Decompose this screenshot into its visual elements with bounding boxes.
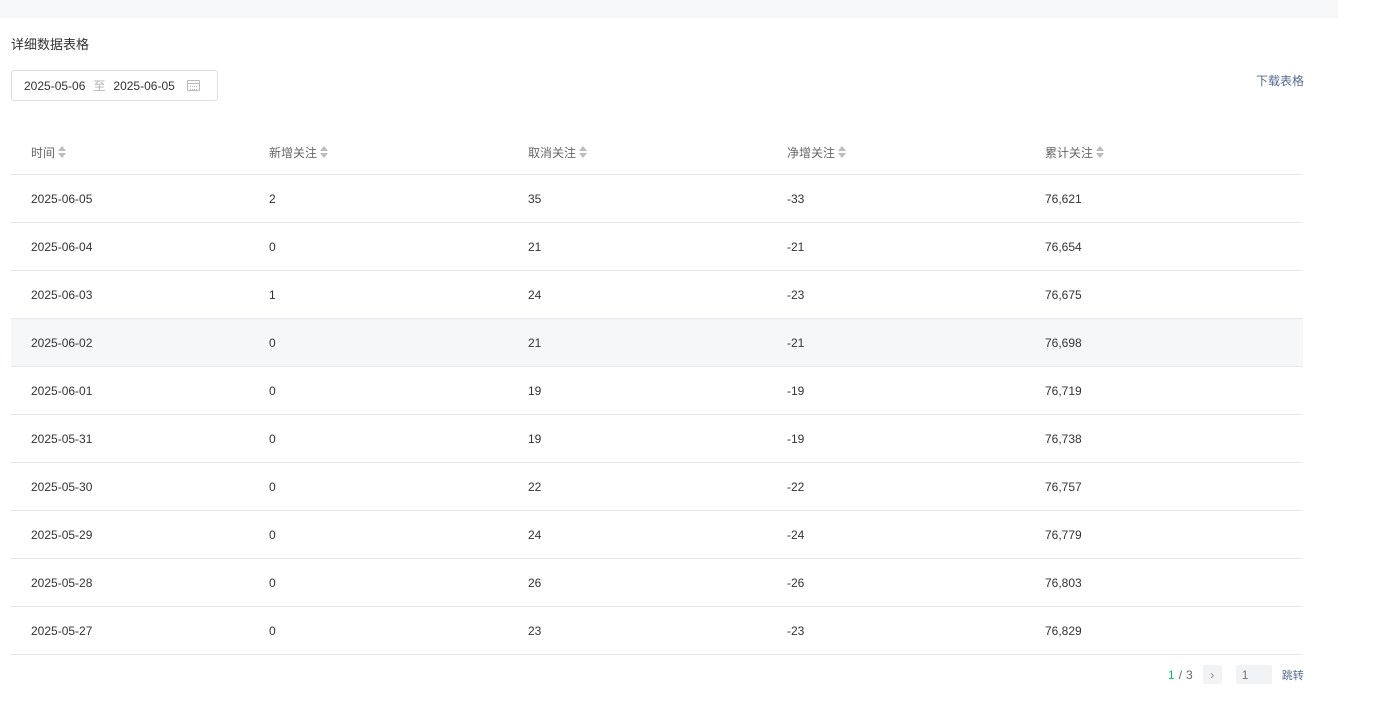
table-row: 2025-06-05 2 35 -33 76,621 [11, 174, 1303, 223]
date-range-separator: 至 [93, 79, 106, 93]
sort-icon[interactable] [320, 146, 329, 159]
table-cell: 76,803 [1045, 558, 1303, 607]
table-cell: -33 [787, 174, 1045, 223]
page-jump-input[interactable] [1235, 665, 1272, 684]
table-cell: 2025-06-03 [11, 270, 269, 319]
table-row: 2025-05-28 0 26 -26 76,803 [11, 558, 1303, 607]
table-cell: 0 [269, 510, 528, 559]
table-cell: 2025-06-01 [11, 366, 269, 415]
top-strip [0, 0, 1338, 18]
table-cell: 76,829 [1045, 606, 1303, 655]
table-cell: -24 [787, 510, 1045, 559]
table-cell: 0 [269, 606, 528, 655]
column-header-label: 时间 [31, 145, 56, 160]
column-header-new-follows[interactable]: 新增关注 [269, 130, 528, 175]
table-cell: 24 [528, 270, 787, 319]
table-row: 2025-05-29 0 24 -24 76,779 [11, 510, 1303, 559]
pagination-separator: / [1178, 667, 1183, 682]
table-cell: 76,719 [1045, 366, 1303, 415]
table-cell: 76,621 [1045, 174, 1303, 223]
table-row: 2025-05-27 0 23 -23 76,829 [11, 606, 1303, 655]
table-cell: -19 [787, 366, 1045, 415]
column-header-net-follows[interactable]: 净增关注 [787, 130, 1045, 175]
calendar-icon[interactable] [186, 80, 200, 91]
column-header-label: 净增关注 [787, 145, 836, 160]
table-cell: -23 [787, 606, 1045, 655]
table-cell: 0 [269, 318, 528, 367]
sort-icon[interactable] [579, 146, 588, 159]
table-cell: 21 [528, 318, 787, 367]
table-cell: 19 [528, 366, 787, 415]
pagination-total-pages: 3 [1186, 667, 1193, 682]
page-jump-button[interactable]: 跳转 [1282, 667, 1304, 683]
table-cell: 2025-05-29 [11, 510, 269, 559]
table-cell: -21 [787, 222, 1045, 271]
column-header-label: 取消关注 [528, 145, 577, 160]
table-row: 2025-05-31 0 19 -19 76,738 [11, 414, 1303, 463]
table-cell: 0 [269, 222, 528, 271]
section-title: 详细数据表格 [11, 37, 90, 52]
pagination: 1 / 3 › 跳转 [1168, 665, 1304, 684]
table-cell: 0 [269, 558, 528, 607]
column-header-time[interactable]: 时间 [11, 130, 269, 175]
date-range-end[interactable]: 2025-06-05 [113, 79, 174, 93]
sort-icon[interactable] [1096, 146, 1105, 159]
table-cell: 35 [528, 174, 787, 223]
table-cell: 2 [269, 174, 528, 223]
table-header-row: 时间 新增关注 取消关注 净增关注 累计关注 [11, 130, 1303, 175]
table-cell: 2025-05-28 [11, 558, 269, 607]
next-page-button[interactable]: › [1202, 665, 1222, 684]
table-cell: 2025-06-04 [11, 222, 269, 271]
table-cell: 2025-05-31 [11, 414, 269, 463]
table-row: 2025-06-03 1 24 -23 76,675 [11, 270, 1303, 319]
table-cell: 21 [528, 222, 787, 271]
table-cell: 26 [528, 558, 787, 607]
column-header-label: 累计关注 [1045, 145, 1094, 160]
table-cell: 76,698 [1045, 318, 1303, 367]
table-cell: 1 [269, 270, 528, 319]
table-cell: 2025-05-27 [11, 606, 269, 655]
table-row: 2025-05-30 0 22 -22 76,757 [11, 462, 1303, 511]
sort-icon[interactable] [58, 146, 67, 159]
table-row: 2025-06-01 0 19 -19 76,719 [11, 366, 1303, 415]
table-cell: 0 [269, 414, 528, 463]
table-cell: -22 [787, 462, 1045, 511]
table-cell: 76,779 [1045, 510, 1303, 559]
table-cell: 0 [269, 462, 528, 511]
table-cell: 23 [528, 606, 787, 655]
table-cell: 24 [528, 510, 787, 559]
table-cell: 2025-06-05 [11, 174, 269, 223]
table-cell: 22 [528, 462, 787, 511]
table-cell: 2025-06-02 [11, 318, 269, 367]
date-range-start[interactable]: 2025-05-06 [24, 79, 85, 93]
table-cell: -19 [787, 414, 1045, 463]
table-cell: 2025-05-30 [11, 462, 269, 511]
table-cell: 76,654 [1045, 222, 1303, 271]
table-cell: 0 [269, 366, 528, 415]
column-header-total-follows[interactable]: 累计关注 [1045, 130, 1303, 175]
table-cell: -21 [787, 318, 1045, 367]
table-cell: 76,738 [1045, 414, 1303, 463]
sort-icon[interactable] [838, 146, 847, 159]
pagination-current-page: 1 [1168, 667, 1175, 682]
download-table-link[interactable]: 下载表格 [1256, 72, 1304, 89]
chevron-right-icon: › [1210, 667, 1215, 682]
table-row: 2025-06-04 0 21 -21 76,654 [11, 222, 1303, 271]
table-cell: -23 [787, 270, 1045, 319]
table-cell: 19 [528, 414, 787, 463]
data-table: 时间 新增关注 取消关注 净增关注 累计关注 2025-06-05 2 35 -33 7… [11, 130, 1303, 655]
table-cell: -26 [787, 558, 1045, 607]
table-cell: 76,757 [1045, 462, 1303, 511]
table-cell: 76,675 [1045, 270, 1303, 319]
right-gutter [1338, 0, 1381, 714]
column-header-label: 新增关注 [269, 145, 318, 160]
date-range-picker[interactable]: 2025-05-06 至 2025-06-05 [11, 70, 218, 101]
column-header-unfollows[interactable]: 取消关注 [528, 130, 787, 175]
table-row: 2025-06-02 0 21 -21 76,698 [11, 318, 1303, 367]
